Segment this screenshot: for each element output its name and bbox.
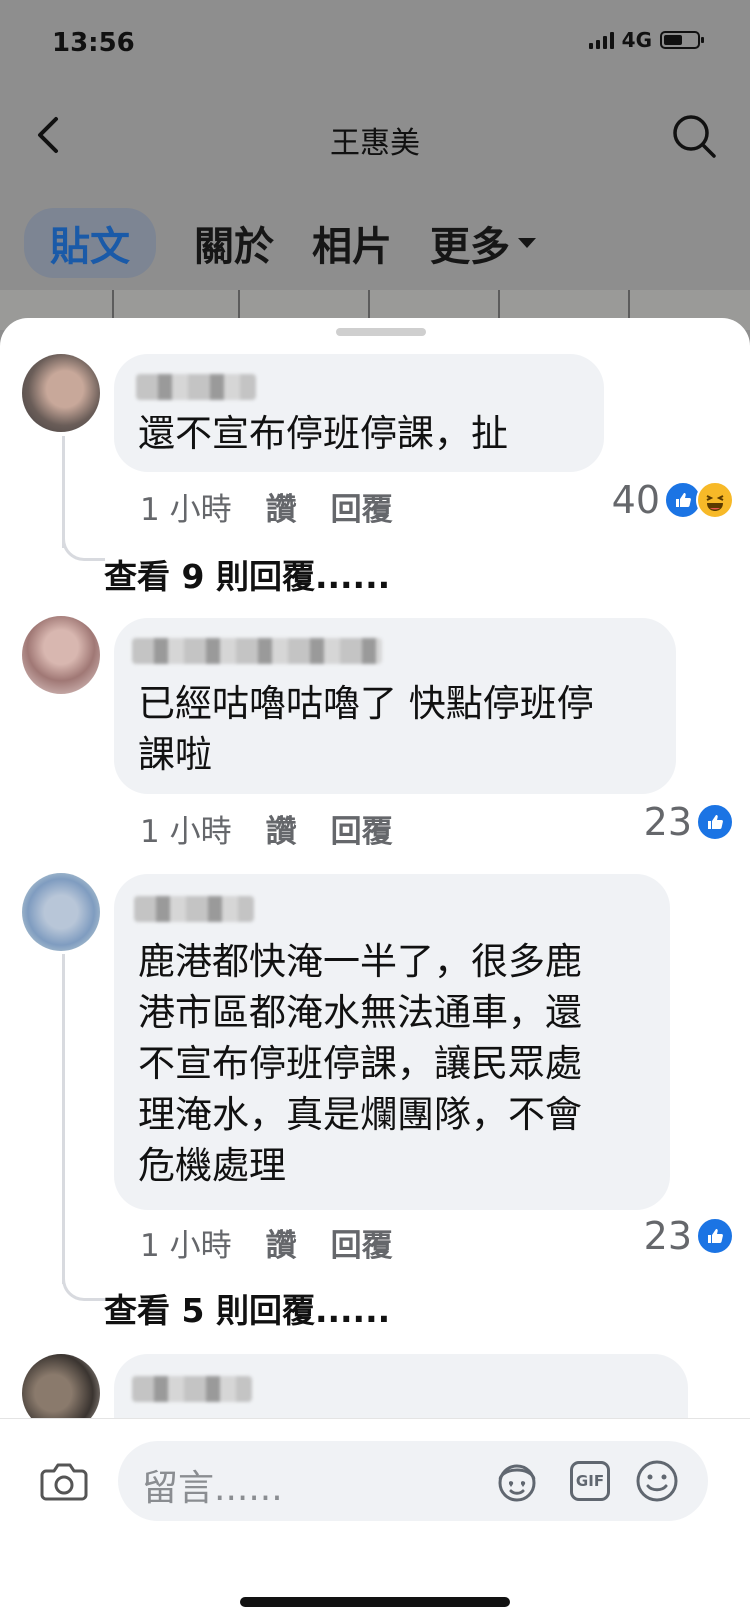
emoji-icon[interactable] xyxy=(634,1458,680,1504)
status-icons: 4G xyxy=(588,28,704,52)
sheet-grabber[interactable] xyxy=(336,328,426,336)
comment-time: 1 小時 xyxy=(140,492,232,528)
page-title: 王惠美 xyxy=(330,126,420,161)
comment-text-line: 不宣布停班停課，讓民眾處 xyxy=(138,1042,582,1085)
like-icon xyxy=(696,1217,734,1255)
view-more-replies[interactable]: 查看 9 則回覆...... xyxy=(104,550,390,598)
reaction-count[interactable]: 23 xyxy=(644,1214,734,1258)
tab-about[interactable]: 關於 xyxy=(194,214,274,272)
comment-bubble[interactable]: 鹿港都快淹一半了，很多鹿 港市區都淹水無法通車，還 不宣布停班停課，讓民眾處 理… xyxy=(114,874,670,1210)
comment-time: 1 小時 xyxy=(140,814,232,850)
comment-time: 1 小時 xyxy=(140,1228,232,1264)
reaction-count-value: 23 xyxy=(643,800,692,844)
comment-text-line: 理淹水，真是爛團隊，不會 xyxy=(138,1093,582,1136)
tab-photos[interactable]: 相片 xyxy=(312,214,392,272)
profile-tabs: 貼文 關於 相片 更多 xyxy=(24,208,538,278)
search-icon[interactable] xyxy=(670,112,718,160)
tab-more[interactable]: 更多 xyxy=(430,214,538,272)
comment-text: 還不宣布停班停課，扯 xyxy=(138,412,508,455)
comment-meta: 1 小時 讚 回覆 xyxy=(140,1220,393,1265)
status-time: 13:56 xyxy=(52,28,135,58)
comment-bubble[interactable]: 還不宣布停班停課，扯 xyxy=(114,354,604,472)
camera-icon[interactable] xyxy=(40,1459,88,1503)
commenter-name[interactable] xyxy=(136,374,256,400)
like-button[interactable]: 讚 xyxy=(266,484,297,529)
signal-icon xyxy=(588,31,614,49)
reaction-count-value: 23 xyxy=(643,1214,692,1258)
reply-button[interactable]: 回覆 xyxy=(331,1220,393,1265)
commenter-name[interactable] xyxy=(132,638,382,664)
commenter-name[interactable] xyxy=(134,896,254,922)
avatar[interactable] xyxy=(22,616,100,694)
network-label: 4G xyxy=(621,28,652,52)
like-icon xyxy=(696,803,734,841)
tab-more-label: 更多 xyxy=(430,224,510,270)
thread-line xyxy=(62,954,65,1284)
reaction-count[interactable]: 23 xyxy=(644,800,734,844)
haha-icon xyxy=(696,481,734,519)
tab-posts[interactable]: 貼文 xyxy=(24,208,156,278)
comment-meta: 1 小時 讚 回覆 xyxy=(140,484,393,529)
reaction-count-value: 40 xyxy=(611,478,660,522)
reaction-count[interactable]: 40 xyxy=(612,478,734,522)
commenter-name[interactable] xyxy=(132,1376,252,1402)
thread-curve xyxy=(62,518,105,561)
home-indicator xyxy=(240,1597,510,1607)
reply-button[interactable]: 回覆 xyxy=(331,806,393,851)
avatar[interactable] xyxy=(22,873,100,951)
comment-placeholder: 留言...... xyxy=(142,1468,283,1509)
like-button[interactable]: 讚 xyxy=(266,1220,297,1265)
comment-text-line: 課啦 xyxy=(138,733,212,776)
avatar[interactable] xyxy=(22,354,100,432)
battery-icon xyxy=(660,31,704,49)
comment-bubble[interactable]: 已經咕嚕咕嚕了 快點停班停 課啦 xyxy=(114,618,676,794)
view-more-replies[interactable]: 查看 5 則回覆...... xyxy=(104,1284,390,1332)
reply-button[interactable]: 回覆 xyxy=(331,484,393,529)
gif-label: GIF xyxy=(575,1472,605,1490)
comment-meta: 1 小時 讚 回覆 xyxy=(140,806,393,851)
avatar-sticker-icon[interactable] xyxy=(494,1459,540,1505)
comment-composer: 留言...... GIF xyxy=(0,1418,750,1624)
like-button[interactable]: 讚 xyxy=(266,806,297,851)
comment-text-line: 鹿港都快淹一半了，很多鹿 xyxy=(138,940,582,983)
comments-sheet: 還不宣布停班停課，扯 1 小時 讚 回覆 40 查看 9 則回覆...... 已… xyxy=(0,318,750,1624)
caret-down-icon xyxy=(518,238,536,248)
comment-text-line: 已經咕嚕咕嚕了 快點停班停 xyxy=(138,682,594,725)
thread-curve xyxy=(62,1258,105,1301)
comment-input[interactable]: 留言...... GIF xyxy=(118,1441,708,1521)
comment-text-line: 港市區都淹水無法通車，還 xyxy=(138,991,582,1034)
comment-text-line: 危機處理 xyxy=(138,1144,286,1187)
gif-icon[interactable]: GIF xyxy=(570,1461,610,1501)
